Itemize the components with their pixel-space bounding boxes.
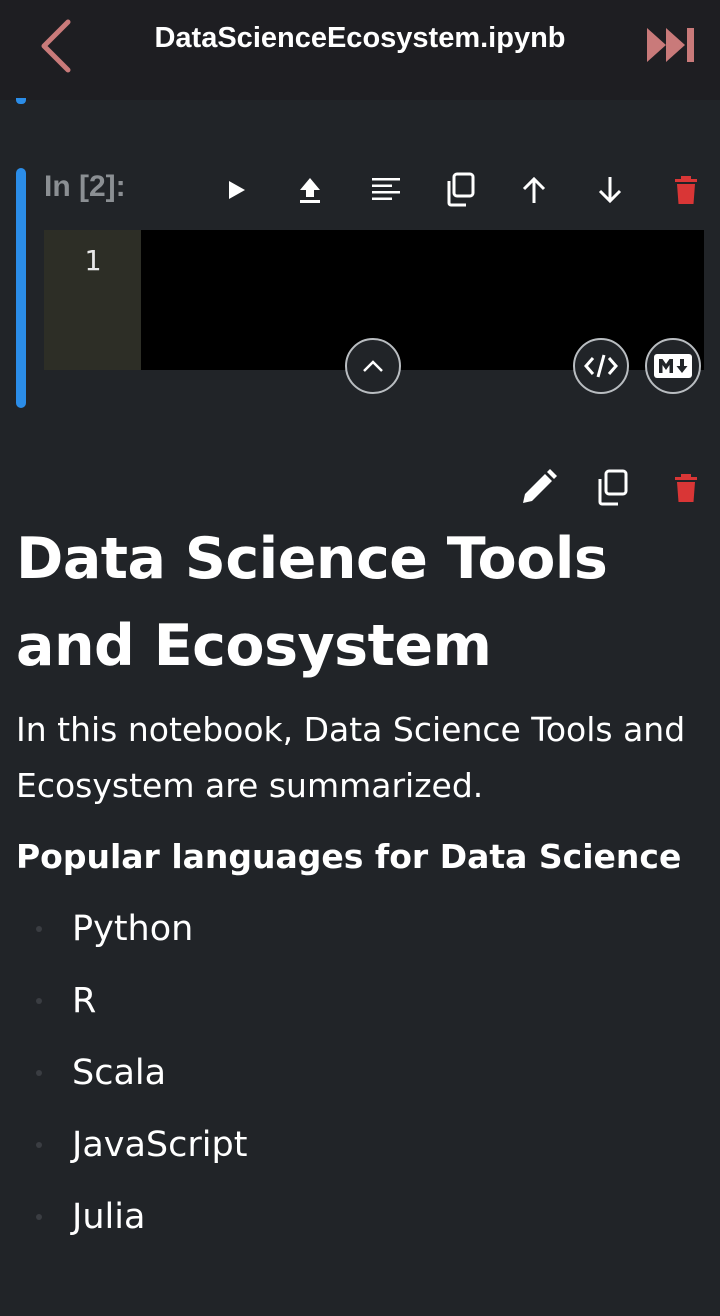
list-item: Python [0, 900, 720, 972]
format-icon [372, 178, 400, 200]
list-item: Scala [0, 1044, 720, 1116]
list-item-label: Julia [72, 1197, 146, 1237]
move-up-button[interactable] [514, 170, 554, 210]
bullet-icon [36, 1142, 42, 1148]
line-number: 1 [84, 244, 101, 277]
list-item: R [0, 972, 720, 1044]
delete-cell-button[interactable] [666, 170, 706, 210]
bullet-icon [36, 1214, 42, 1220]
run-all-button[interactable] [644, 24, 698, 66]
active-cell-indicator [16, 168, 26, 408]
back-button[interactable] [34, 16, 82, 76]
code-mode-button[interactable] [573, 338, 629, 394]
list-item-label: R [72, 981, 97, 1021]
copy-markdown-button[interactable] [590, 466, 634, 510]
markdown-intro: In this notebook, Data Science Tools and… [16, 710, 686, 805]
collapse-button[interactable] [345, 338, 401, 394]
list-item: Julia [0, 1188, 720, 1260]
move-down-icon [598, 177, 622, 204]
markdown-subheading: Popular languages for Data Science [16, 837, 682, 876]
markdown-heading: Data Science Tools and Ecosystem [16, 526, 608, 679]
chevron-up-icon [363, 360, 383, 372]
bullet-icon [36, 998, 42, 1004]
run-cell-button[interactable] [216, 170, 256, 210]
code-icon [584, 354, 618, 378]
bullet-icon [36, 1070, 42, 1076]
edit-markdown-button[interactable] [516, 466, 560, 510]
markdown-mode-button[interactable] [645, 338, 701, 394]
edit-icon [523, 469, 557, 503]
line-gutter: 1 [44, 230, 141, 370]
chevron-left-icon [41, 19, 71, 73]
list-item: JavaScript [0, 1116, 720, 1188]
delete-icon [675, 176, 697, 204]
copy-cell-button[interactable] [440, 170, 480, 210]
run-icon [229, 181, 245, 199]
notebook-title: DataScienceEcosystem.ipynb [154, 22, 566, 54]
move-up-icon [522, 176, 546, 203]
list-item-label: Python [72, 909, 194, 949]
delete-markdown-button[interactable] [664, 466, 708, 510]
previous-cell-indicator [16, 98, 26, 104]
markdown-icon [654, 354, 692, 378]
list-item-label: Scala [72, 1053, 167, 1093]
delete-icon [675, 474, 697, 502]
upload-icon [300, 178, 320, 203]
bullet-icon [36, 926, 42, 932]
top-app-bar: DataScienceEcosystem.ipynb [0, 0, 720, 100]
fast-forward-icon [647, 28, 694, 62]
copy-icon [447, 172, 475, 207]
format-button[interactable] [366, 170, 406, 210]
cell-prompt: In [2]: [44, 170, 126, 203]
copy-icon [598, 469, 628, 506]
upload-button[interactable] [290, 170, 330, 210]
move-down-button[interactable] [590, 170, 630, 210]
list-item-label: JavaScript [72, 1125, 248, 1165]
languages-list: Python R Scala JavaScript Julia [0, 900, 720, 1260]
